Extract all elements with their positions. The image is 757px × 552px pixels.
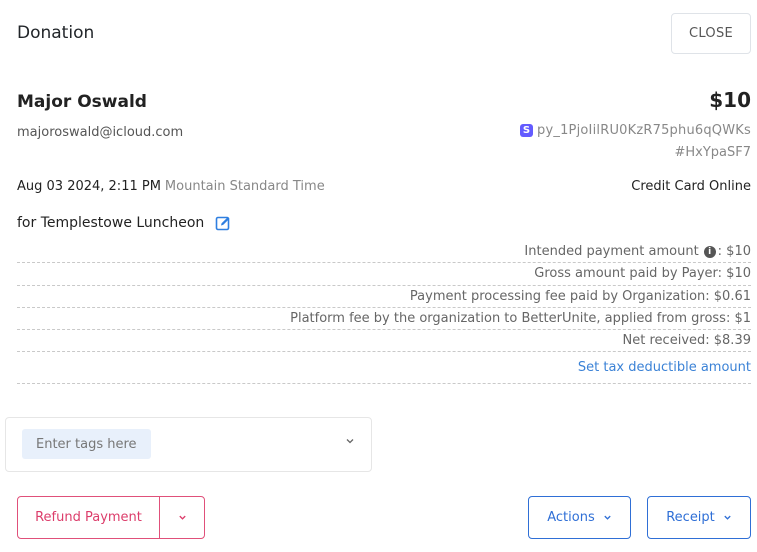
refund-button-group: Refund Payment <box>17 496 205 539</box>
chevron-down-icon <box>178 515 186 520</box>
stripe-id-text[interactable]: py_1PjoIilRU0KzR75phu6qQWKs <box>537 123 751 138</box>
fee-row-platform: Platform fee by the organization to Bett… <box>17 308 751 331</box>
intended-amount-label: Intended payment amount <box>524 244 699 260</box>
chevron-down-icon <box>604 515 611 520</box>
payment-hash-id: #HxYpaSF7 <box>674 145 751 160</box>
fee-row-processing: Payment processing fee paid by Organizat… <box>17 286 751 308</box>
payment-date: Aug 03 2024, 2:11 PM <box>17 179 161 194</box>
actions-button[interactable]: Actions <box>528 496 631 539</box>
fee-breakdown: Intended payment amount i : $10 Gross am… <box>17 241 751 385</box>
tags-selector[interactable]: Enter tags here <box>5 417 372 472</box>
set-tax-deductible-link[interactable]: Set tax deductible amount <box>578 360 751 375</box>
donor-name: Major Oswald <box>17 92 147 112</box>
receipt-label: Receipt <box>666 510 715 525</box>
tax-deductible-row: Set tax deductible amount <box>17 352 751 385</box>
fee-row-gross: Gross amount paid by Payer: $10 <box>17 263 751 286</box>
campaign-row: for Templestowe Luncheon <box>17 215 231 231</box>
donation-amount: $10 <box>709 88 751 112</box>
payment-datetime: Aug 03 2024, 2:11 PM Mountain Standard Ti… <box>17 179 325 194</box>
tags-input[interactable]: Enter tags here <box>22 429 151 459</box>
stripe-payment-id: S py_1PjoIilRU0KzR75phu6qQWKs <box>520 123 751 138</box>
receipt-button[interactable]: Receipt <box>647 496 751 539</box>
donor-email: majoroswald@icloud.com <box>17 125 184 140</box>
close-button[interactable]: CLOSE <box>671 13 751 54</box>
refund-dropdown-toggle[interactable] <box>160 497 204 538</box>
actions-label: Actions <box>547 510 595 525</box>
info-icon[interactable]: i <box>703 245 716 258</box>
stripe-icon: S <box>520 124 534 137</box>
edit-icon[interactable] <box>215 215 231 231</box>
payment-method: Credit Card Online <box>631 179 751 194</box>
campaign-name: for Templestowe Luncheon <box>17 215 205 231</box>
payment-timezone: Mountain Standard Time <box>164 179 325 194</box>
chevron-down-icon[interactable] <box>345 436 355 446</box>
fee-row-net: Net received: $8.39 <box>17 330 751 353</box>
intended-amount-value: : $10 <box>717 244 751 260</box>
page-title: Donation <box>17 23 95 43</box>
fee-row-intended: Intended payment amount i : $10 <box>17 241 751 264</box>
refund-payment-button[interactable]: Refund Payment <box>18 497 160 538</box>
chevron-down-icon <box>724 515 731 520</box>
